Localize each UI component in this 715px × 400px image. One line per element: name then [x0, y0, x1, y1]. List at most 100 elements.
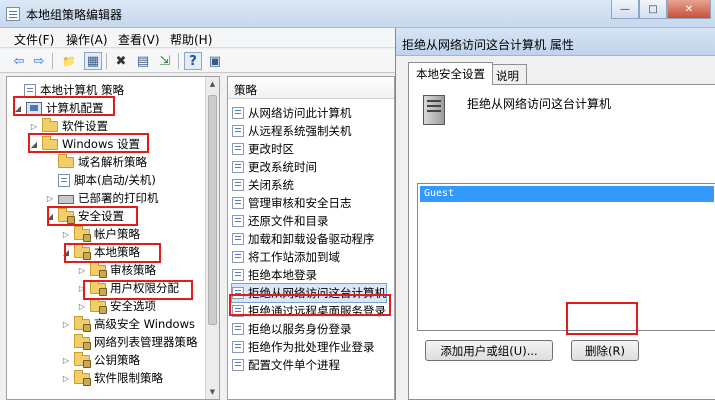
- security-folder-icon: [74, 244, 91, 260]
- column-header-policy[interactable]: 策略: [228, 77, 394, 99]
- tree-node-public-key[interactable]: ▷ 公钥策略: [61, 351, 140, 369]
- minimize-button[interactable]: —: [611, 0, 639, 19]
- title-bar[interactable]: 本地组策略编辑器 — □ ✕: [0, 0, 715, 28]
- menu-view[interactable]: 查看(V): [118, 31, 160, 48]
- tree-node-label: 安全选项: [110, 299, 156, 313]
- tree-node-name-resolution[interactable]: 域名解析策略: [45, 153, 147, 171]
- list-item[interactable]: 将工作站添加到域: [232, 248, 340, 266]
- tree-node-label: 脚本(启动/关机): [74, 173, 156, 187]
- list-item[interactable]: 管理审核和安全日志: [232, 194, 352, 212]
- tree-node-local-policies[interactable]: ◢ 本地策略: [61, 243, 140, 261]
- tree-node-printers[interactable]: ▷ 已部署的打印机: [45, 189, 159, 207]
- tree-node-windows-settings[interactable]: ◢ Windows 设置: [29, 135, 140, 153]
- back-arrow-icon[interactable]: ⇦: [10, 52, 28, 70]
- tree-node-label: 帐户策略: [94, 227, 140, 241]
- folder-icon: [42, 118, 58, 132]
- expanded-arrow-icon[interactable]: ◢: [61, 248, 71, 257]
- collapsed-arrow-icon[interactable]: ▷: [45, 194, 55, 203]
- list-item[interactable]: 从网络访问此计算机: [232, 104, 352, 122]
- tree-node-label: 公钥策略: [94, 353, 140, 367]
- properties-icon[interactable]: ▤: [134, 52, 152, 70]
- add-user-button[interactable]: 添加用户或组(U)...: [425, 340, 553, 361]
- list-item[interactable]: 更改系统时间: [232, 158, 317, 176]
- collapsed-arrow-icon[interactable]: ▷: [61, 356, 71, 365]
- scroll-down-icon[interactable]: ▼: [206, 385, 219, 399]
- console-tree-icon[interactable]: ▣: [206, 52, 224, 70]
- policy-list[interactable]: 策略 从网络访问此计算机 从远程系统强制关机 更改时区 更改系统时间 关闭系统 …: [227, 76, 395, 400]
- collapsed-arrow-icon[interactable]: ▷: [61, 230, 71, 239]
- collapsed-arrow-icon[interactable]: ▷: [77, 302, 87, 311]
- scroll-up-icon[interactable]: ▲: [206, 77, 219, 91]
- collapsed-arrow-icon[interactable]: ▷: [61, 374, 71, 383]
- tree-scrollbar[interactable]: ▲ ▼: [205, 77, 219, 399]
- collapsed-arrow-icon[interactable]: ▷: [77, 266, 87, 275]
- security-folder-icon: [74, 226, 91, 242]
- dialog-title[interactable]: 拒绝从网络访问这台计算机 属性: [396, 28, 715, 56]
- member-item-selected[interactable]: Guest: [420, 186, 714, 202]
- security-folder-icon: [74, 352, 91, 368]
- scroll-thumb[interactable]: [208, 95, 217, 325]
- tree-node-security-settings[interactable]: ◢ 安全设置: [45, 207, 124, 225]
- tree-node-label: 本地策略: [94, 245, 140, 259]
- list-item[interactable]: 拒绝以服务身份登录: [232, 320, 352, 338]
- tree-node-label: 计算机配置: [46, 101, 104, 115]
- tree-node-software-restriction[interactable]: ▷ 软件限制策略: [61, 369, 163, 387]
- export-icon[interactable]: ⇲: [156, 52, 174, 70]
- tree-node-software-settings[interactable]: ▷ 软件设置: [29, 117, 108, 135]
- list-item-selected[interactable]: 拒绝从网络访问这台计算机: [231, 283, 387, 303]
- menu-help[interactable]: 帮助(H): [170, 31, 212, 48]
- collapsed-arrow-icon[interactable]: ▷: [29, 122, 39, 131]
- collapsed-arrow-icon[interactable]: ▷: [61, 320, 71, 329]
- list-item[interactable]: 关闭系统: [232, 176, 294, 194]
- close-button[interactable]: ✕: [667, 0, 711, 19]
- tree-node-computer-config[interactable]: ◢ 计算机配置: [13, 99, 104, 117]
- folder-icon: [58, 154, 74, 168]
- maximize-button[interactable]: □: [639, 0, 667, 19]
- expanded-arrow-icon[interactable]: ◢: [13, 104, 23, 113]
- list-item[interactable]: 从远程系统强制关机: [232, 122, 352, 140]
- remove-button[interactable]: 删除(R): [571, 340, 639, 361]
- list-item[interactable]: 拒绝作为批处理作业登录: [232, 338, 375, 356]
- group-policy-editor-window: 本地组策略编辑器 — □ ✕ 文件(F) 操作(A) 查看(V) 帮助(H) ⇦…: [0, 0, 715, 400]
- computer-icon: [26, 101, 42, 115]
- tree-node-network-list[interactable]: 网络列表管理器策略: [61, 333, 198, 351]
- list-item[interactable]: 还原文件和目录: [232, 212, 329, 230]
- tree-node-security-options[interactable]: ▷ 安全选项: [77, 297, 156, 315]
- security-folder-icon: [74, 334, 91, 350]
- tree-node-user-rights[interactable]: ▷ 用户权限分配: [77, 279, 179, 297]
- tree-node-account-policy[interactable]: ▷ 帐户策略: [61, 225, 140, 243]
- tab-local-security-setting[interactable]: 本地安全设置: [408, 62, 493, 85]
- menu-file[interactable]: 文件(F): [14, 31, 54, 48]
- list-item[interactable]: 拒绝本地登录: [232, 266, 317, 284]
- policy-icon: [232, 125, 244, 137]
- properties-dialog: 拒绝从网络访问这台计算机 属性 本地安全设置 说明 拒绝从网络访问这台计算机 G…: [395, 28, 715, 400]
- policy-icon: [232, 215, 244, 227]
- delete-icon[interactable]: ✖: [112, 52, 130, 70]
- tree-node-local-policy[interactable]: 本地计算机 策略: [11, 81, 124, 99]
- console-tree[interactable]: 本地计算机 策略 ◢ 计算机配置 ▷ 软件设置 ◢ Windows 设置 域名解…: [6, 76, 220, 400]
- show-hide-tree-icon[interactable]: ▦: [84, 52, 102, 70]
- policy-icon: [232, 287, 244, 299]
- tree-node-label: 软件限制策略: [94, 371, 163, 385]
- menu-action[interactable]: 操作(A): [66, 31, 108, 48]
- collapsed-arrow-icon[interactable]: ▷: [77, 284, 87, 293]
- tree-node-scripts[interactable]: 脚本(启动/关机): [45, 171, 156, 189]
- expanded-arrow-icon[interactable]: ◢: [29, 140, 39, 149]
- list-item[interactable]: 更改时区: [232, 140, 294, 158]
- tab-panel: 拒绝从网络访问这台计算机 Guest 添加用户或组(U)... 删除(R): [408, 84, 715, 400]
- window-title: 本地组策略编辑器: [26, 8, 123, 22]
- list-item[interactable]: 拒绝通过远程桌面服务登录: [232, 302, 386, 320]
- security-folder-icon: [74, 370, 91, 386]
- policy-name: 拒绝从网络访问这台计算机: [467, 97, 612, 111]
- list-item[interactable]: 加载和卸载设备驱动程序: [232, 230, 375, 248]
- list-item[interactable]: 配置文件单个进程: [232, 356, 340, 374]
- tree-node-advanced-firewall[interactable]: ▷ 高级安全 Windows: [61, 315, 195, 333]
- help-icon[interactable]: ?: [184, 52, 202, 70]
- member-list[interactable]: Guest: [417, 183, 715, 331]
- forward-arrow-icon[interactable]: ⇨: [30, 52, 48, 70]
- policy-icon: [232, 197, 244, 209]
- expanded-arrow-icon[interactable]: ◢: [45, 212, 55, 221]
- tab-explain[interactable]: 说明: [488, 64, 527, 85]
- folder-up-icon[interactable]: 📁: [60, 52, 78, 70]
- tree-node-audit-policy[interactable]: ▷ 审核策略: [77, 261, 156, 279]
